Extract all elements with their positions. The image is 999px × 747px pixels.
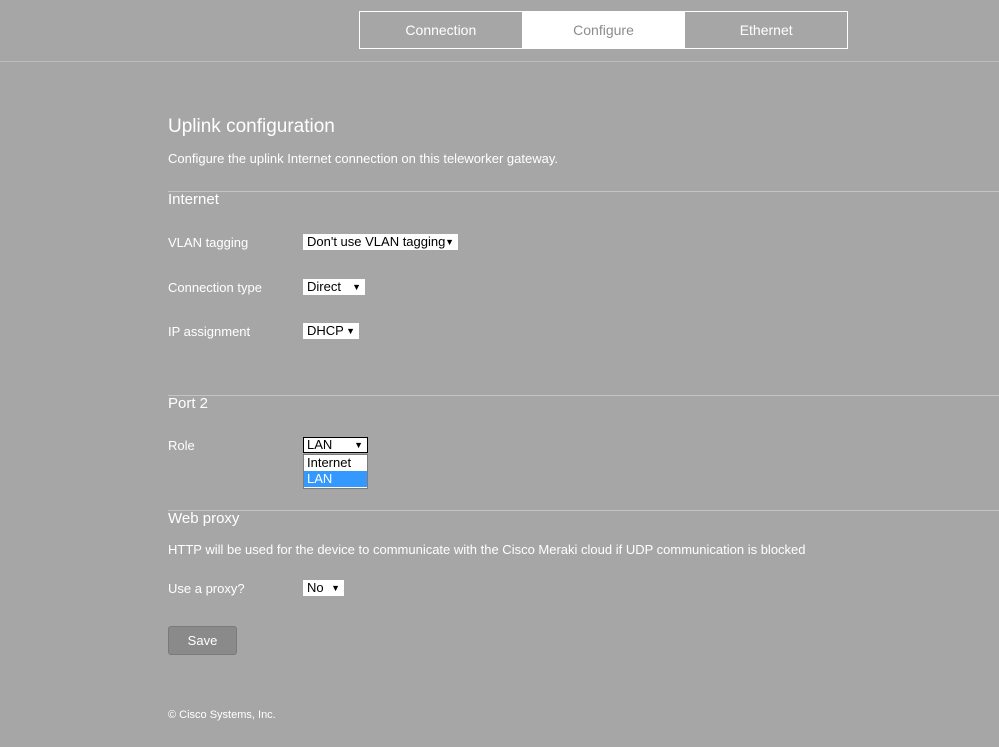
- vlan-tagging-value: Don't use VLAN tagging: [307, 234, 446, 249]
- web-proxy-heading: Web proxy: [168, 510, 240, 527]
- tab-configure[interactable]: Configure: [522, 12, 686, 48]
- tab-connection[interactable]: Connection: [360, 12, 523, 48]
- role-option-lan[interactable]: LAN: [304, 471, 367, 487]
- role-select[interactable]: LAN ▼: [303, 437, 368, 453]
- connection-type-value: Direct: [307, 279, 341, 294]
- use-proxy-label: Use a proxy?: [168, 581, 245, 596]
- triangle-down-icon: ▼: [354, 440, 363, 450]
- use-proxy-select[interactable]: No ▼: [303, 580, 344, 596]
- role-label: Role: [168, 438, 195, 453]
- web-proxy-description: HTTP will be used for the device to comm…: [168, 542, 806, 557]
- internet-heading: Internet: [168, 191, 219, 208]
- triangle-down-icon: ▼: [445, 237, 454, 247]
- port2-heading: Port 2: [168, 395, 209, 412]
- triangle-down-icon: ▼: [352, 282, 361, 292]
- ip-assignment-select[interactable]: DHCP ▼: [303, 323, 359, 339]
- save-button[interactable]: Save: [168, 626, 237, 655]
- use-proxy-value: No: [307, 580, 324, 595]
- triangle-down-icon: ▼: [346, 326, 355, 336]
- triangle-down-icon: ▼: [331, 583, 340, 593]
- tab-bar: Connection Configure Ethernet: [359, 11, 848, 49]
- vlan-tagging-select[interactable]: Don't use VLAN tagging ▼: [303, 234, 458, 250]
- role-value: LAN: [307, 437, 333, 452]
- vlan-tagging-label: VLAN tagging: [168, 235, 249, 250]
- ip-assignment-label: IP assignment: [168, 324, 251, 339]
- tab-ethernet[interactable]: Ethernet: [685, 12, 847, 48]
- connection-type-label: Connection type: [168, 280, 262, 295]
- footer-copyright: © Cisco Systems, Inc.: [168, 709, 276, 721]
- section-divider: [168, 191, 999, 192]
- section-divider: [168, 395, 999, 396]
- role-option-internet[interactable]: Internet: [304, 455, 367, 471]
- top-nav-bar: Connection Configure Ethernet: [0, 0, 999, 62]
- section-divider: [168, 510, 999, 511]
- role-dropdown-list: Internet LAN: [303, 454, 368, 489]
- connection-type-select[interactable]: Direct ▼: [303, 279, 365, 295]
- page-title: Uplink configuration: [168, 116, 335, 137]
- page-subtitle: Configure the uplink Internet connection…: [168, 151, 558, 166]
- ip-assignment-value: DHCP: [307, 323, 344, 338]
